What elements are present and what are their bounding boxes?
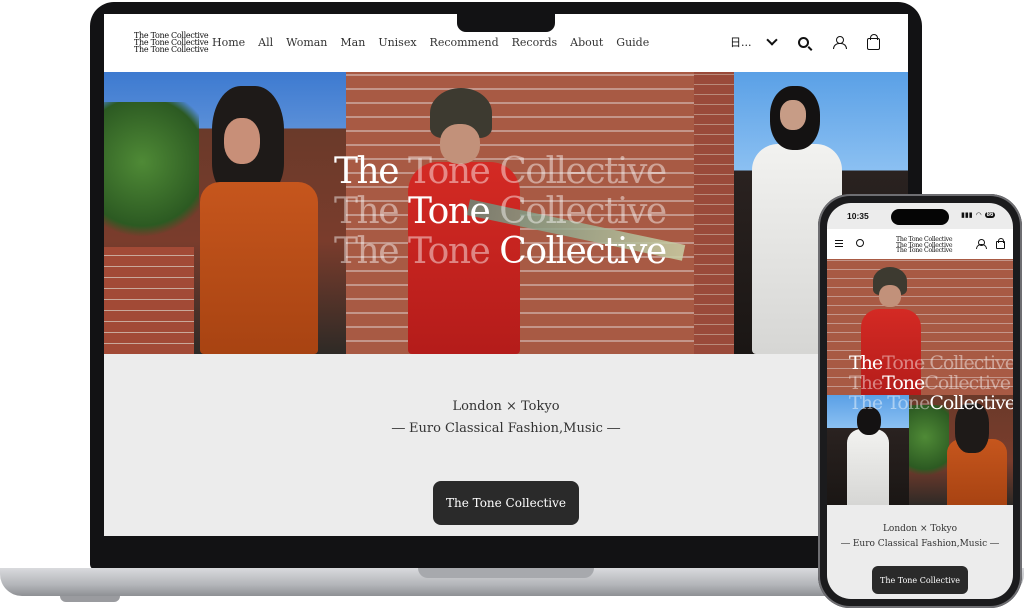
site-logo[interactable]: The Tone Collective The Tone Collective … [896,237,953,254]
hero-title-word: Collective [924,372,1011,394]
user-icon[interactable] [976,239,987,249]
language-selector[interactable]: 日... [730,34,752,50]
menu-icon[interactable] [835,240,843,247]
hero-title-word: Tone Collective [882,352,1013,374]
laptop-foot [60,596,120,602]
tagline: London × Tokyo ― Euro Classical Fashion,… [827,522,1013,552]
nav-unisex[interactable]: Unisex [378,36,416,49]
mobile-header: The Tone Collective The Tone Collective … [827,229,1013,259]
cta-button[interactable]: The Tone Collective [433,481,579,525]
hero-title-word: The [334,191,408,232]
hero-title-word: Tone [882,372,925,394]
hero-title-word: The [849,372,883,394]
camera-notch [457,14,555,32]
logo-line: The Tone Collective [896,247,953,254]
hero-title-word: The [334,151,400,192]
search-icon[interactable] [856,239,864,247]
logo-line: The Tone Collective [134,45,209,54]
tagline-line-2: ― Euro Classical Fashion,Music ― [841,539,999,549]
user-icon[interactable] [832,35,847,49]
hero-title-word: Collective [499,231,667,272]
hero-title: The Tone Collective The Tone Collective … [334,152,694,272]
nav-guide[interactable]: Guide [616,36,649,49]
hero-photo-left [104,72,346,354]
laptop-notch-lip [418,568,594,578]
nav-woman[interactable]: Woman [286,36,327,49]
tagline-line-2: ― Euro Classical Fashion,Music ― [391,421,621,436]
nav-about[interactable]: About [570,36,603,49]
tagline-line-1: London × Tokyo [452,399,560,414]
shopping-bag-icon[interactable] [996,238,1005,249]
hero-title-word: The [849,352,883,374]
main-nav: Home All Woman Man Unisex Recommend Reco… [212,36,662,49]
laptop-bezel-bottom [104,536,908,568]
hero-title: TheTone Collective TheToneCollective The… [849,353,1013,413]
shopping-bag-icon[interactable] [866,33,880,50]
mobile-screen: 10:35 ▮▮▮ ◠ 86 The Tone Collective The T… [827,203,1013,599]
signal-icon: ▮▮▮ [961,212,973,219]
hero-banner: The Tone Collective The Tone Collective … [104,72,908,354]
nav-man[interactable]: Man [340,36,365,49]
nav-recommend[interactable]: Recommend [430,36,499,49]
cta-button[interactable]: The Tone Collective [872,566,968,594]
tagline: London × Tokyo ― Euro Classical Fashion,… [104,396,908,440]
status-icons: ▮▮▮ ◠ 86 [961,211,996,219]
tagline-line-1: London × Tokyo [882,524,958,534]
hero-title-word: Collective [489,191,667,232]
hero-title-word: The Tone [849,392,930,414]
hero-title-word: Tone [407,191,491,232]
hero-title-word: The Tone [334,231,500,272]
hero-title-word: Collective [929,392,1013,414]
desktop-screen: The Tone Collective The Tone Collective … [104,14,908,536]
nav-all[interactable]: All [258,36,273,49]
site-logo[interactable]: The Tone Collective The Tone Collective … [134,32,209,54]
nav-home[interactable]: Home [212,36,245,49]
dynamic-island [891,209,949,225]
wifi-icon: ◠ [975,212,982,219]
mobile-hero: TheTone Collective TheToneCollective The… [827,259,1013,505]
hero-title-word: Tone Collective [398,151,667,192]
nav-records[interactable]: Records [512,36,558,49]
search-icon[interactable] [797,36,809,48]
battery-icon: 86 [984,212,996,218]
header-tools: 日... [730,33,880,50]
chevron-down-icon[interactable] [765,34,778,46]
status-time: 10:35 [847,211,869,221]
